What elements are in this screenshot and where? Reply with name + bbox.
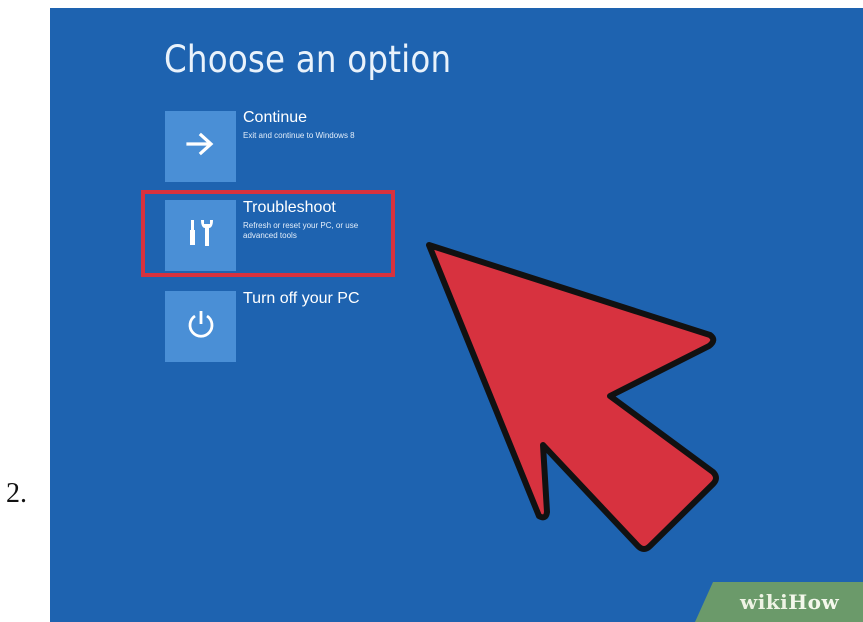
watermark-part2: How [788,590,840,614]
step-number: 2. [6,478,27,509]
windows-recovery-screen: Choose an option Continue Exit and conti… [50,8,863,622]
watermark-part1: wiki [740,590,789,614]
wikihow-watermark: wikiHow [740,590,839,614]
cursor-arrow-icon [426,242,719,552]
